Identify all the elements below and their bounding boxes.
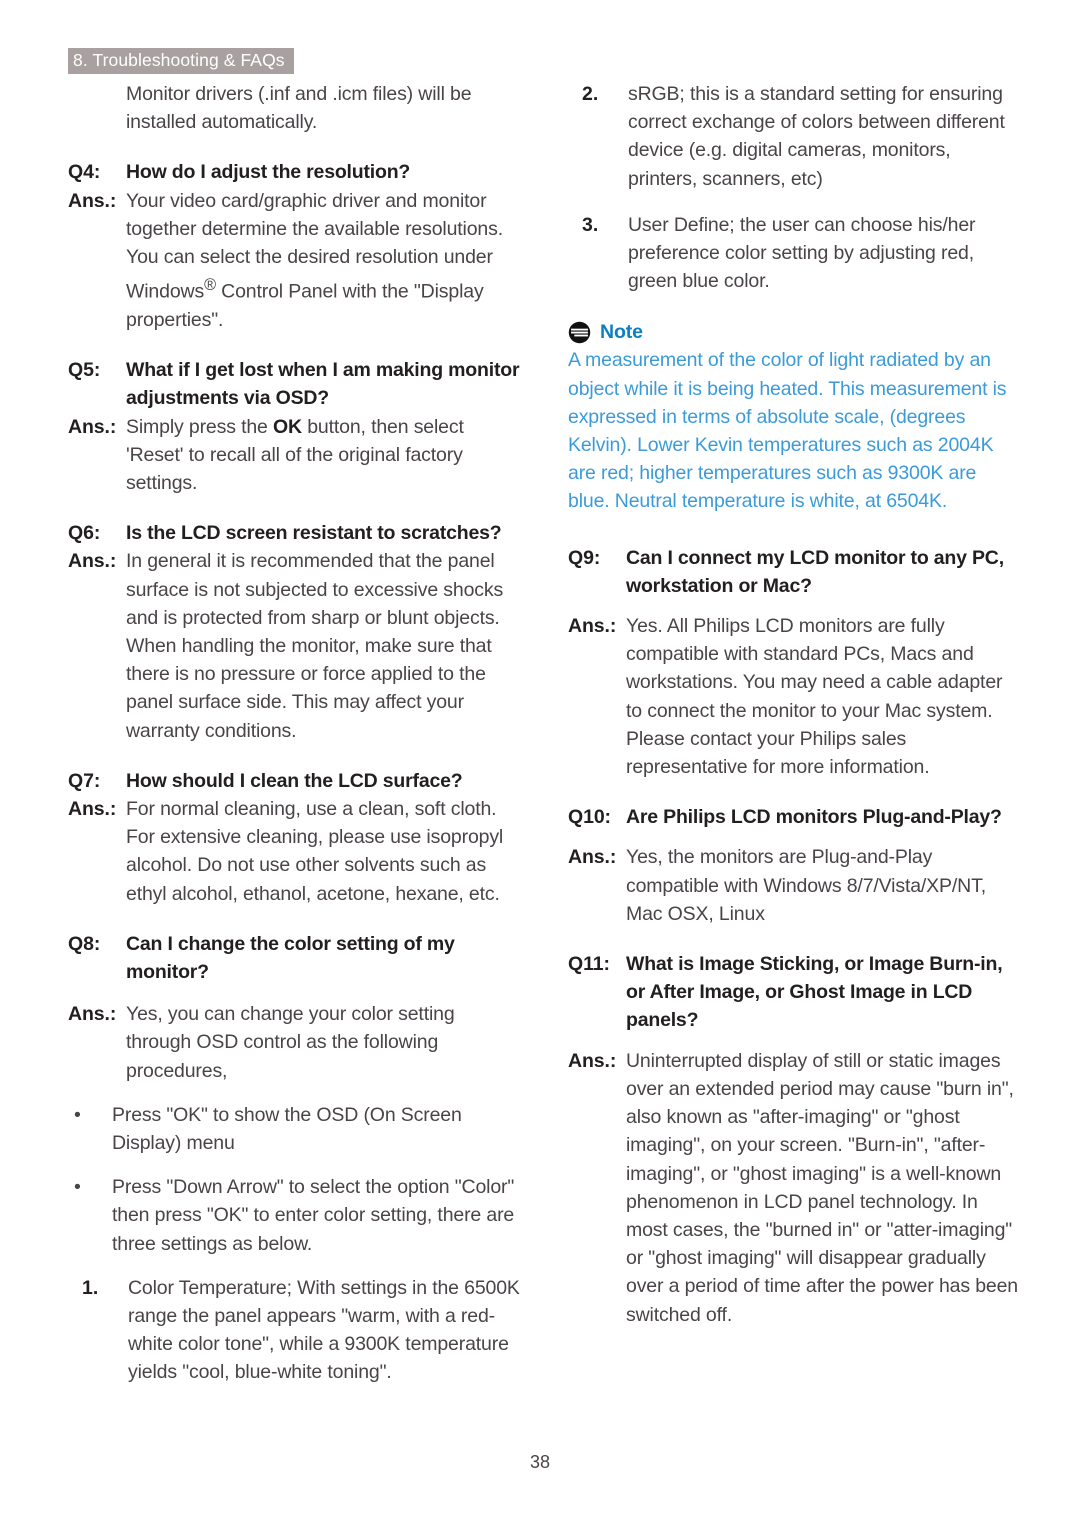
- note-header: Note: [568, 321, 1023, 344]
- faq-answer-row: Ans.: Yes, you can change your color set…: [68, 1000, 523, 1085]
- faq-answer-label: Ans.:: [568, 846, 617, 869]
- faq-answer-row: Ans.: Yes, the monitors are Plug-and-Pla…: [568, 843, 1023, 928]
- list-item: • Press "OK" to show the OSD (On Screen …: [68, 1101, 523, 1157]
- list-item: 1. Color Temperature; With settings in t…: [68, 1274, 523, 1387]
- list-item: 2. sRGB; this is a standard setting for …: [568, 80, 1023, 193]
- faq-q6: Q6: Is the LCD screen resistant to scrat…: [68, 519, 523, 745]
- faq-question-row: Q5: What if I get lost when I am making …: [68, 356, 523, 412]
- faq-question-label: Q8:: [68, 932, 101, 955]
- faq-q5: Q5: What if I get lost when I am making …: [68, 356, 523, 497]
- faq-answer-row: Ans.: In general it is recommended that …: [68, 547, 523, 744]
- faq-question-label: Q5:: [68, 359, 101, 382]
- list-item-text: sRGB; this is a standard setting for ens…: [628, 83, 1005, 190]
- list-item-text: Color Temperature; With settings in the …: [128, 1276, 520, 1384]
- faq-answer-text: In general it is recommended that the pa…: [126, 550, 504, 742]
- faq-answer-row: Ans.: Yes. All Philips LCD monitors are …: [568, 612, 1023, 781]
- bullet-icon: •: [74, 1103, 81, 1126]
- faq-question-text: What is Image Sticking, or Image Burn-in…: [626, 953, 1003, 1032]
- list-item-text: Press "Down Arrow" to select the option …: [112, 1176, 515, 1255]
- faq-question-row: Q11: What is Image Sticking, or Image Bu…: [568, 950, 1023, 1035]
- faq-question-row: Q7: How should I clean the LCD surface?: [68, 767, 523, 795]
- faq-answer-text: Uninterrupted display of still or static…: [626, 1049, 1019, 1326]
- faq-answer-text-pre: Simply press the: [126, 415, 274, 438]
- faq-answer-row: Ans.: Your video card/graphic driver and…: [68, 187, 523, 335]
- list-item: 3. User Define; the user can choose his/…: [568, 211, 1023, 296]
- color-settings-numbered-list-continued: 2. sRGB; this is a standard setting for …: [568, 80, 1023, 295]
- faq-answer-text: Yes, the monitors are Plug-and-Play comp…: [626, 846, 986, 925]
- faq-question-text: Is the LCD screen resistant to scratches…: [126, 522, 502, 545]
- note-title: Note: [600, 321, 643, 344]
- registered-mark: ®: [204, 276, 216, 295]
- faq-question-row: Q8: Can I change the color setting of my…: [68, 930, 523, 986]
- faq-question-label: Q4:: [68, 161, 101, 184]
- faq-question-label: Q7:: [68, 769, 101, 792]
- faq-answer-label: Ans.:: [68, 797, 117, 820]
- faq-q9: Q9: Can I connect my LCD monitor to any …: [568, 544, 1023, 782]
- note-callout: Note A measurement of the color of light…: [568, 321, 1023, 515]
- page-number: 38: [529, 1452, 551, 1472]
- faq-question-text: Can I connect my LCD monitor to any PC, …: [626, 546, 1004, 597]
- faq-answer-label: Ans.:: [68, 415, 117, 438]
- faq-question-text: How should I clean the LCD surface?: [126, 769, 463, 792]
- faq-answer-text: Yes, you can change your color setting t…: [126, 1003, 455, 1082]
- faq-answer-text: Your video card/graphic driver and monit…: [126, 187, 523, 335]
- faq-answer-text: For normal cleaning, use a clean, soft c…: [126, 797, 504, 905]
- color-settings-numbered-list: 1. Color Temperature; With settings in t…: [68, 1274, 523, 1387]
- note-body-text: A measurement of the color of light radi…: [568, 349, 1007, 513]
- faq-answer-label: Ans.:: [68, 189, 117, 212]
- list-item-number: 1.: [82, 1276, 99, 1299]
- note-circle-icon: [568, 322, 591, 344]
- faq-question-label: Q10:: [568, 806, 611, 829]
- faq-q7: Q7: How should I clean the LCD surface? …: [68, 767, 523, 908]
- faq-question-row: Q4: How do I adjust the resolution?: [68, 158, 523, 186]
- list-item-number: 2.: [582, 83, 599, 105]
- bullet-icon: •: [74, 1176, 81, 1199]
- faq-question-row: Q10: Are Philips LCD monitors Plug-and-P…: [568, 803, 1023, 831]
- faq-q10: Q10: Are Philips LCD monitors Plug-and-P…: [568, 803, 1023, 928]
- faq-answer-label: Ans.:: [568, 1049, 617, 1072]
- left-column: Monitor drivers (.inf and .icm files) wi…: [68, 80, 523, 1387]
- faq-answer-text: Simply press the OK button, then select …: [126, 413, 523, 498]
- faq-answer-label: Ans.:: [68, 1003, 117, 1026]
- intro-paragraph: Monitor drivers (.inf and .icm files) wi…: [126, 83, 472, 134]
- right-column: 2. sRGB; this is a standard setting for …: [568, 80, 1023, 1329]
- osd-procedure-bullet-list: • Press "OK" to show the OSD (On Screen …: [68, 1101, 523, 1258]
- faq-question-text: What if I get lost when I am making moni…: [126, 359, 520, 410]
- faq-question-label: Q11:: [568, 953, 610, 976]
- faq-question-text: How do I adjust the resolution?: [126, 161, 411, 184]
- faq-answer-row: Ans.: Uninterrupted display of still or …: [568, 1047, 1023, 1329]
- faq-answer-row: Ans.: Simply press the OK button, then s…: [68, 413, 523, 498]
- faq-question-text: Are Philips LCD monitors Plug-and-Play?: [626, 806, 1002, 829]
- faq-question-row: Q9: Can I connect my LCD monitor to any …: [568, 544, 1023, 600]
- faq-answer-label: Ans.:: [568, 615, 617, 638]
- faq-answer-label: Ans.:: [68, 550, 117, 573]
- list-item-text: User Define; the user can choose his/her…: [628, 213, 976, 293]
- faq-q4: Q4: How do I adjust the resolution? Ans.…: [68, 158, 523, 334]
- faq-question-label: Q6:: [68, 522, 101, 545]
- faq-question-label: Q9:: [568, 546, 601, 569]
- faq-question-row: Q6: Is the LCD screen resistant to scrat…: [68, 519, 523, 547]
- faq-question-text: Can I change the color setting of my mon…: [126, 932, 455, 983]
- list-item: • Press "Down Arrow" to select the optio…: [68, 1173, 523, 1258]
- faq-answer-row: Ans.: For normal cleaning, use a clean, …: [68, 795, 523, 908]
- list-item-text: Press "OK" to show the OSD (On Screen Di…: [112, 1103, 462, 1154]
- list-item-number: 3.: [582, 213, 599, 236]
- faq-q11: Q11: What is Image Sticking, or Image Bu…: [568, 950, 1023, 1329]
- faq-q8: Q8: Can I change the color setting of my…: [68, 930, 523, 1085]
- page: 8. Troubleshooting & FAQs Monitor driver…: [0, 0, 1080, 1527]
- ok-button-keyword: OK: [273, 415, 302, 438]
- running-head: 8. Troubleshooting & FAQs: [68, 48, 294, 74]
- faq-answer-text: Yes. All Philips LCD monitors are fully …: [626, 615, 1003, 779]
